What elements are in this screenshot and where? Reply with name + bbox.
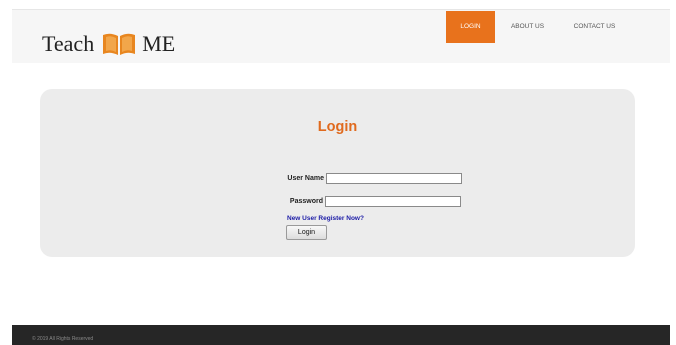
username-row: User Name bbox=[246, 172, 462, 185]
page: Teach ME LOGIN ABOUT US CONTACT US Login… bbox=[0, 0, 676, 345]
open-book-icon bbox=[101, 31, 137, 57]
nav-about-us[interactable]: ABOUT US bbox=[498, 11, 557, 43]
footer: © 2019 All Rights Reserved bbox=[12, 325, 670, 345]
password-input[interactable] bbox=[325, 196, 461, 207]
password-row: Password bbox=[245, 195, 461, 208]
login-title: Login bbox=[317, 119, 358, 135]
password-label: Password bbox=[289, 198, 323, 205]
copyright-text: © 2019 All Rights Reserved bbox=[32, 336, 94, 342]
brand-logo[interactable]: Teach ME bbox=[42, 30, 175, 58]
username-label: User Name bbox=[287, 175, 324, 182]
main-nav: LOGIN ABOUT US CONTACT US bbox=[446, 11, 628, 43]
login-card: Login User Name Password New User Regist… bbox=[40, 89, 635, 257]
brand-name-right: ME bbox=[142, 31, 176, 56]
nav-login[interactable]: LOGIN bbox=[446, 11, 495, 43]
username-input[interactable] bbox=[326, 173, 462, 184]
brand-name-left: Teach bbox=[42, 31, 95, 56]
register-link[interactable]: New User Register Now? bbox=[287, 215, 364, 222]
login-button[interactable]: Login bbox=[286, 225, 327, 240]
nav-contact-us[interactable]: CONTACT US bbox=[561, 11, 628, 43]
